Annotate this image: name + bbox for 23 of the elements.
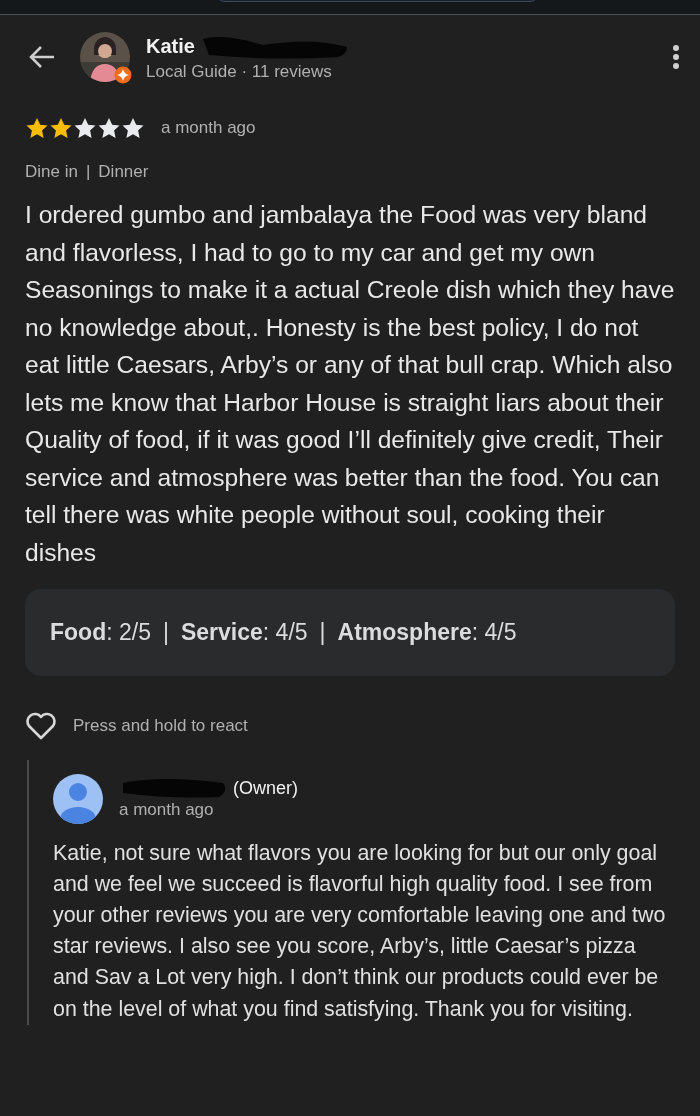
visit-tag: Dine in <box>25 158 78 184</box>
local-guide-badge-icon <box>114 66 132 84</box>
more-options-icon[interactable] <box>672 44 680 70</box>
review-time: a month ago <box>161 117 256 139</box>
rating-item: Service: 4/5 <box>180 618 308 647</box>
avatar-icon <box>53 773 103 824</box>
visit-tag: Dinner <box>98 158 149 184</box>
review-text: I ordered gumbo and jambalaya the Food was very bland and flavorless, I had to go to my car and get my own Seasonings to make it a actual Creole dish which they have no knowledge about,. Honesty is the best policy, I do not eat little Caesars, Arby’s or any of that bull crap. Which also lets me know that Harbor House is straight liars about their Quality of food, if it was good I’ll definitely give credit, Their service and atmosphere was better than the food. You can tell there was white people without soul, cooking their dishes <box>24 200 676 568</box>
separator: | <box>85 160 91 183</box>
react-hint: Press and hold to react <box>73 714 248 737</box>
filled-star-icon <box>49 116 73 139</box>
reviewer-stats: Local Guide · 11 reviews <box>146 61 333 83</box>
filled-star-icon <box>25 116 49 139</box>
rating-item: Food: 2/5 <box>50 618 151 647</box>
rating-item: Atmosphere: 4/5 <box>337 618 517 647</box>
heart-icon[interactable] <box>25 711 57 740</box>
reply-time: a month ago <box>119 798 215 821</box>
owner-name: (Owner) <box>233 776 298 799</box>
separator: | <box>161 618 170 647</box>
separator: | <box>318 618 327 647</box>
reviewer-name[interactable]: Katie <box>146 34 195 58</box>
back-icon[interactable] <box>28 45 56 69</box>
reply-text: Katie, not sure what flavors you are looking for but our only goal and we feel we succeed is flavorful high quality food. I see from your other reviews you are very comfortable leaving one and two star reviews. I also see you score, Arby’s, little Caesar’s pizza and Sav a Lot very high. I don’t think our products could ever be on the level of what you find satisfying. Thank you for visiting. <box>53 839 667 1023</box>
